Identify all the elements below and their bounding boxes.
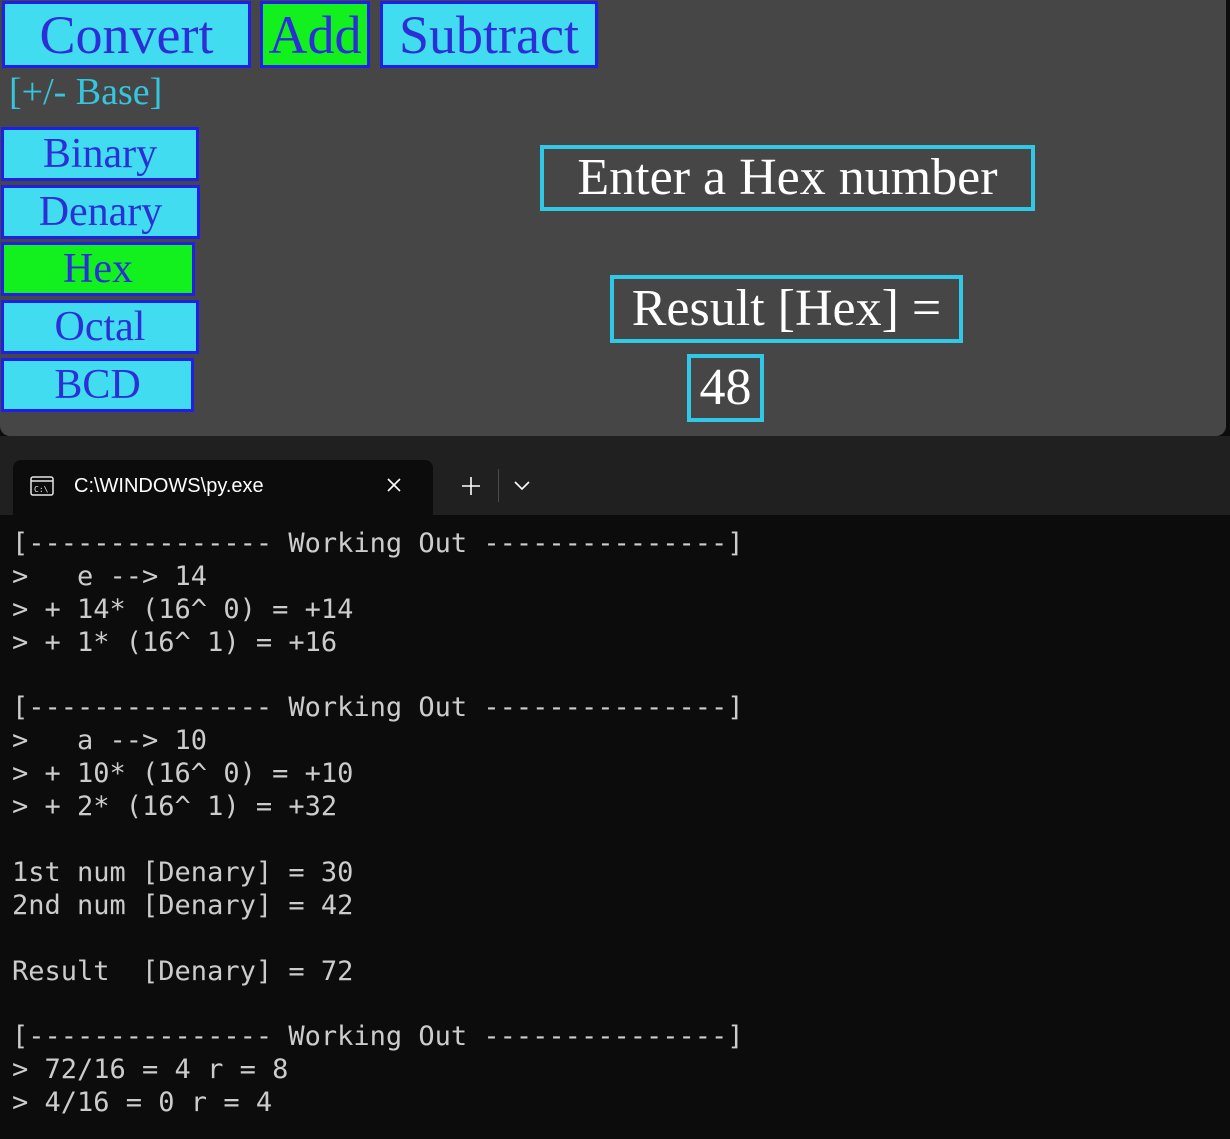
console-output: [--------------- Working Out -----------… <box>12 528 744 1120</box>
result-label: Result [Hex] = <box>610 275 963 343</box>
svg-text:C:\: C:\ <box>34 485 49 494</box>
console-line: > + 14* (16^ 0) = +14 <box>12 593 354 625</box>
result-value: 48 <box>687 354 764 422</box>
console-line: > + 10* (16^ 0) = +10 <box>12 758 354 790</box>
terminal-tab-bar: C:\ C:\WINDOWS\py.exe <box>0 436 1230 515</box>
console-line: 2nd num [Denary] = 42 <box>12 889 354 921</box>
console-line: [--------------- Working Out -----------… <box>12 1021 744 1053</box>
subtract-button[interactable]: Subtract <box>380 1 598 68</box>
close-icon[interactable] <box>383 474 405 496</box>
plus-icon[interactable] <box>457 472 485 500</box>
bcd-button[interactable]: BCD <box>1 358 194 412</box>
console-line: [--------------- Working Out -----------… <box>12 692 744 724</box>
console-line: > e --> 14 <box>12 560 208 592</box>
terminal-tab[interactable]: C:\ C:\WINDOWS\py.exe <box>13 460 433 515</box>
chevron-down-icon[interactable] <box>511 478 533 494</box>
add-button[interactable]: Add <box>260 1 370 68</box>
tab-separator <box>498 469 499 502</box>
denary-button[interactable]: Denary <box>1 185 200 239</box>
octal-button[interactable]: Octal <box>1 300 199 354</box>
tab-title: C:\WINDOWS\py.exe <box>74 475 264 497</box>
convert-button[interactable]: Convert <box>2 1 251 68</box>
base-converter-window: Convert Add Subtract [+/- Base] Binary D… <box>0 0 1226 436</box>
console-icon: C:\ <box>30 476 54 496</box>
console-line: [--------------- Working Out -----------… <box>12 528 744 559</box>
console-line: > 72/16 = 4 r = 8 <box>12 1054 289 1086</box>
console-line: Result [Denary] = 72 <box>12 955 354 987</box>
base-toggle-label[interactable]: [+/- Base] <box>9 70 162 114</box>
console-line: > 4/16 = 0 r = 4 <box>12 1087 273 1119</box>
console-line: 1st num [Denary] = 30 <box>12 856 354 888</box>
binary-button[interactable]: Binary <box>1 127 199 181</box>
console-line: > a --> 10 <box>12 725 208 757</box>
prompt-label: Enter a Hex number <box>540 145 1035 211</box>
console-line: > + 1* (16^ 1) = +16 <box>12 626 338 658</box>
hex-button[interactable]: Hex <box>1 242 195 296</box>
console-line: > + 2* (16^ 1) = +32 <box>12 791 338 823</box>
